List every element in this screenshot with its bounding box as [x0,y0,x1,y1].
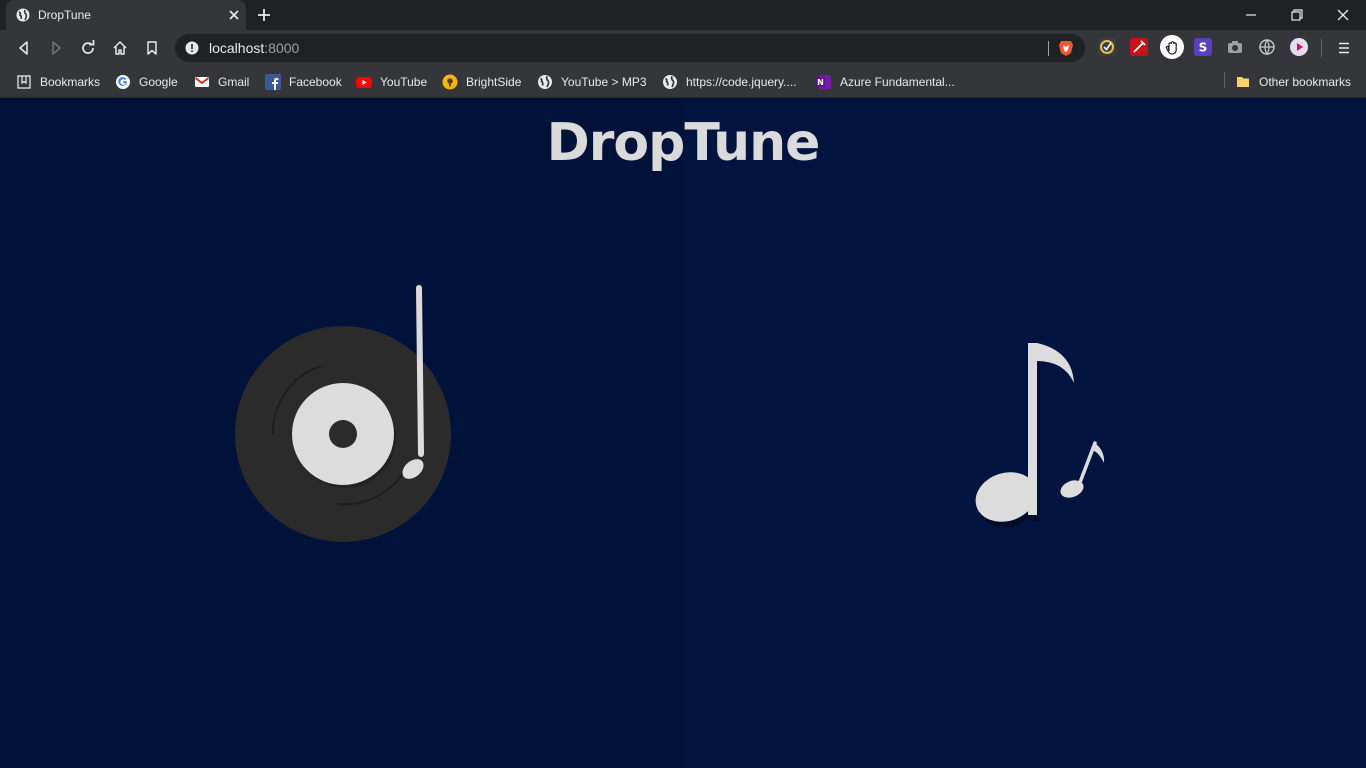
camera-icon[interactable] [1226,38,1244,56]
address-bar[interactable]: localhost:8000 [175,34,1085,62]
bookmarks-separator [1224,72,1225,88]
bookmark-label: Azure Fundamental... [840,75,955,89]
close-tab-icon[interactable] [227,8,241,22]
site-info-icon[interactable] [185,41,199,55]
onenote-icon: N [816,74,832,90]
minimize-icon[interactable] [1243,7,1259,23]
bookmarks-panel-icon [16,74,32,90]
page-content: DropTune [0,99,1366,768]
close-window-icon[interactable] [1335,7,1351,23]
menu-icon[interactable] [1335,39,1353,57]
browser-toolbar: localhost:8000 S [0,30,1366,66]
toolbar-divider [1321,39,1322,57]
bookmark-label: Bookmarks [40,75,101,89]
extension-1-icon[interactable] [1098,38,1116,56]
google-icon [115,74,131,90]
bookmark-item-youtube-mp3[interactable]: YouTube > MP3 [537,72,647,92]
bookmark-item-bookmarks[interactable]: Bookmarks [16,72,100,92]
globe-icon [16,8,30,22]
svg-text:N: N [817,78,824,87]
extension-3-icon[interactable] [1160,35,1184,59]
globe-icon [537,74,553,90]
bookmark-item-gmail[interactable]: Gmail [194,72,249,92]
vinyl-record-icon [235,285,451,542]
gmail-icon [194,74,210,90]
tab-active[interactable]: DropTune [6,0,246,30]
bookmarks-bar: Bookmarks Google Gmail Facebook YouTube … [0,66,1366,98]
folder-icon [1235,74,1251,90]
url-host: localhost [209,40,265,56]
forward-icon[interactable] [47,39,65,57]
tab-strip: DropTune [0,0,1366,30]
reload-icon[interactable] [79,39,97,57]
extension-4-icon[interactable]: S [1194,38,1212,56]
bookmark-label: Facebook [289,75,342,89]
bookmark-item-google[interactable]: Google [115,72,178,92]
page-title: DropTune [546,113,821,173]
bookmark-item-youtube[interactable]: YouTube [356,72,427,92]
back-icon[interactable] [15,39,33,57]
tab-title: DropTune [38,8,91,22]
bookmark-item-jquery[interactable]: https://code.jquery.... [662,72,797,92]
bookmark-label: BrightSide [466,75,522,89]
bookmark-item-facebook[interactable]: Facebook [265,72,342,92]
bookmark-label: https://code.jquery.... [686,75,797,89]
facebook-icon [265,74,281,90]
extension-2-icon[interactable] [1130,38,1148,56]
url-text: localhost:8000 [209,41,299,55]
bookmark-item-brightside[interactable]: BrightSide [442,72,521,92]
globe-icon[interactable] [1258,38,1276,56]
bookmark-label: Google [139,75,178,89]
other-bookmarks-item[interactable]: Other bookmarks [1235,72,1351,92]
bookmark-label: Gmail [218,75,250,89]
other-bookmarks-label: Other bookmarks [1259,75,1352,89]
svg-text:S: S [1199,41,1208,55]
bookmark-label: YouTube [380,75,428,89]
home-icon[interactable] [111,39,129,57]
extension-7-icon[interactable] [1290,38,1308,56]
music-notes-icon [975,343,1105,528]
new-tab-icon[interactable] [256,7,272,23]
restore-icon[interactable] [1289,7,1305,23]
bookmark-icon[interactable] [143,39,161,57]
globe-icon [662,74,678,90]
brightside-icon [442,74,458,90]
omnibox-divider [1048,41,1049,56]
bookmark-item-azure[interactable]: N Azure Fundamental... [816,72,955,92]
bookmark-label: YouTube > MP3 [561,75,647,89]
youtube-icon [356,74,372,90]
brave-shield-icon[interactable] [1057,39,1075,57]
url-port: :8000 [264,40,300,56]
